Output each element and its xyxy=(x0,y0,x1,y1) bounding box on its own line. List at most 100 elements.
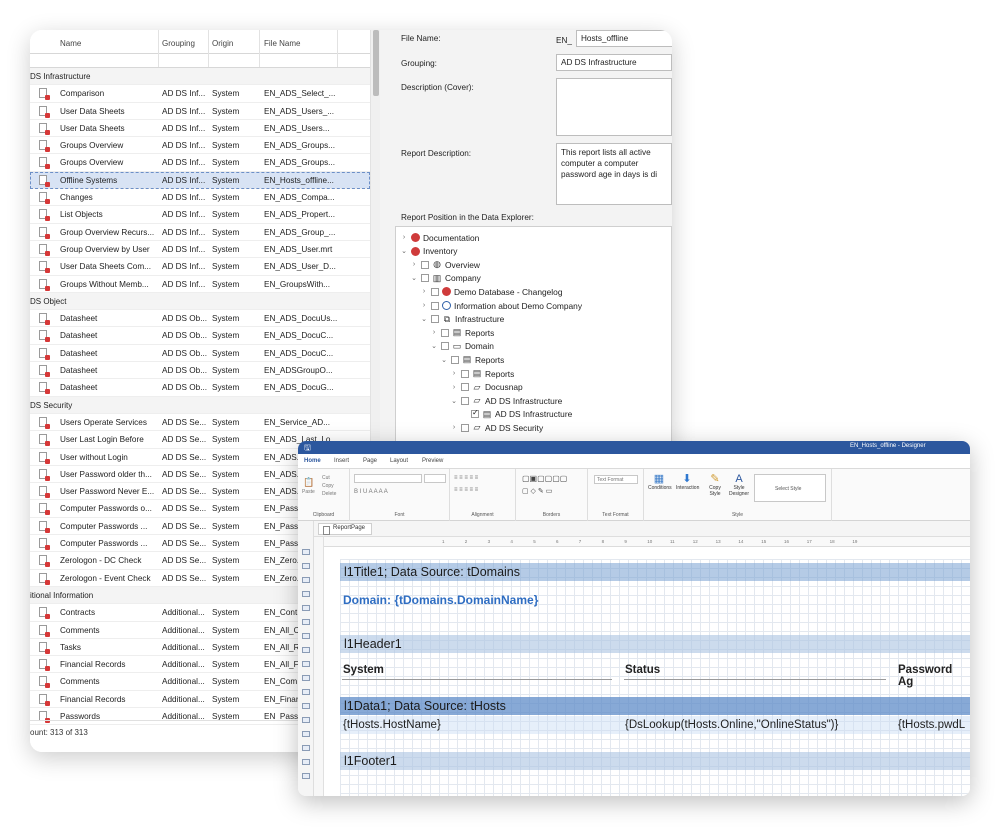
table-row[interactable]: User Data Sheets AD DS Inf... System EN_ADS… xyxy=(30,103,370,120)
style-designer-button[interactable]: A Style Designer xyxy=(728,473,750,497)
chevron-right-icon[interactable]: › xyxy=(450,370,458,377)
toolbox-item[interactable] xyxy=(302,703,310,709)
table-row[interactable]: Group Overview by User AD DS Inf... System… xyxy=(30,241,370,259)
description-cover-input[interactable] xyxy=(556,78,672,136)
toolbox-item[interactable] xyxy=(302,549,310,555)
table-row[interactable]: Datasheet AD DS Ob... System EN_ADS_DocuC..… xyxy=(30,327,370,345)
tab-preview[interactable]: Preview xyxy=(422,458,443,464)
copy-button[interactable]: Copy xyxy=(322,483,334,489)
grouping-input[interactable]: AD DS Infrastructure xyxy=(556,54,672,71)
tree-node[interactable]: ⌄ ▱ AD DS Infrastructure xyxy=(450,394,562,407)
toolbox-item[interactable] xyxy=(302,675,310,681)
tree-checkbox[interactable] xyxy=(451,355,459,364)
tab-layout[interactable]: Layout xyxy=(390,458,408,464)
data-band[interactable]: l1Data1; Data Source: tHosts xyxy=(340,697,970,715)
table-row[interactable]: Datasheet AD DS Ob... System EN_ADS_DocuUs.… xyxy=(30,310,370,328)
tree-node[interactable]: ▤AD DS Infrastructure xyxy=(460,408,572,421)
paste-icon[interactable]: 📋 xyxy=(303,477,314,488)
group-header[interactable]: DS Security xyxy=(30,396,370,414)
column-system-header[interactable]: System xyxy=(343,664,384,676)
file-name-input[interactable]: Hosts_offline xyxy=(576,30,672,47)
table-row[interactable]: Datasheet AD DS Ob... System EN_ADS_DocuC..… xyxy=(30,345,370,363)
toolbox-item[interactable] xyxy=(302,773,310,779)
toolbox-item[interactable] xyxy=(302,591,310,597)
tab-insert[interactable]: Insert xyxy=(334,458,349,464)
font-format-buttons[interactable]: B I U A A A A xyxy=(354,489,388,495)
select-style-dropdown[interactable]: Select Style xyxy=(754,474,826,502)
footer-band[interactable]: l1Footer1 xyxy=(340,752,970,770)
interaction-button[interactable]: ⬇ Interaction xyxy=(676,473,699,491)
tree-node[interactable]: › ▤ Reports xyxy=(430,326,495,339)
toolbox-item[interactable] xyxy=(302,661,310,667)
chevron-down-icon[interactable]: ⌄ xyxy=(420,315,428,323)
chevron-right-icon[interactable]: › xyxy=(410,261,418,268)
scrollbar-thumb[interactable] xyxy=(373,30,379,96)
report-canvas[interactable]: l1Title1; Data Source: tDomains Domain: … xyxy=(340,559,970,796)
status-textbox[interactable]: {DsLookup(tHosts.Online,"OnlineStatus")} xyxy=(625,719,838,731)
column-header-file-name[interactable]: File Name xyxy=(264,39,300,48)
tab-report-page[interactable]: ReportPage xyxy=(318,523,373,535)
tree-checkbox[interactable] xyxy=(421,274,429,283)
table-row[interactable]: Changes AD DS Inf... System EN_ADS_Compa... xyxy=(30,189,370,207)
tree-checkbox[interactable] xyxy=(461,369,469,378)
column-password-age-header[interactable]: Password Ag xyxy=(898,664,970,688)
chevron-down-icon[interactable]: ⌄ xyxy=(450,397,458,405)
toolbox-item[interactable] xyxy=(302,619,310,625)
chevron-right-icon[interactable]: › xyxy=(400,234,408,241)
tree-node[interactable]: › Demo Database - Changelog xyxy=(420,285,563,298)
toolbox-item[interactable] xyxy=(302,577,310,583)
table-row[interactable]: Users Operate Services AD DS Se... System E… xyxy=(30,414,370,432)
table-row[interactable]: List Objects AD DS Inf... System EN_ADS_Pro… xyxy=(30,206,370,224)
paste-button[interactable]: Paste xyxy=(302,489,315,495)
tree-node[interactable]: ⌄ ⧉ Infrastructure xyxy=(420,313,504,326)
text-format-select[interactable]: Text Format xyxy=(594,475,638,484)
tab-page[interactable]: Page xyxy=(363,458,377,464)
table-row[interactable]: Datasheet AD DS Ob... System EN_ADS_DocuG..… xyxy=(30,379,370,397)
chevron-right-icon[interactable]: › xyxy=(430,329,438,336)
column-status-header[interactable]: Status xyxy=(625,664,660,676)
toolbox-item[interactable] xyxy=(302,647,310,653)
tree-node[interactable]: › ▱ Docusnap xyxy=(450,381,523,394)
hostname-textbox[interactable]: {tHosts.HostName} xyxy=(343,719,441,731)
tree-node[interactable]: ⌄ Inventory xyxy=(400,245,457,258)
delete-button[interactable]: Delete xyxy=(322,491,336,497)
column-header-origin[interactable]: Origin xyxy=(212,39,233,48)
title-band[interactable]: l1Title1; Data Source: tDomains xyxy=(340,563,970,581)
tree-node[interactable]: › ▱ AD DS Security xyxy=(450,421,543,434)
tree-checkbox[interactable] xyxy=(431,315,439,324)
tree-node[interactable]: › ▤ Reports xyxy=(450,367,515,380)
tree-node[interactable]: › ◍ Overview xyxy=(410,258,480,271)
font-size-select[interactable] xyxy=(424,474,446,483)
filter-row[interactable] xyxy=(30,54,370,68)
conditions-button[interactable]: ▦ Conditions xyxy=(648,473,672,491)
tree-node[interactable]: › Information about Demo Company xyxy=(420,299,582,312)
chevron-right-icon[interactable]: › xyxy=(420,288,428,295)
tree-checkbox[interactable] xyxy=(441,328,449,337)
toolbox-item[interactable] xyxy=(302,563,310,569)
column-header-grouping[interactable]: Grouping xyxy=(162,39,195,48)
tree-checkbox[interactable] xyxy=(461,396,469,405)
tab-home[interactable]: Home xyxy=(304,458,321,464)
font-family-select[interactable] xyxy=(354,474,422,483)
tree-node[interactable]: ⌄ ▤ Reports xyxy=(440,353,504,366)
toolbox-item[interactable] xyxy=(302,731,310,737)
align-buttons-top[interactable]: ≡ ≡ ≡ ≡ ≡ xyxy=(454,475,478,481)
table-row[interactable]: Groups Without Memb... AD DS Inf... System… xyxy=(30,276,370,293)
chevron-down-icon[interactable]: ⌄ xyxy=(440,356,448,364)
toolbox-item[interactable] xyxy=(302,689,310,695)
toolbox-item[interactable] xyxy=(302,605,310,611)
chevron-down-icon[interactable]: ⌄ xyxy=(410,274,418,282)
cut-button[interactable]: Cut xyxy=(322,475,330,481)
tree-node[interactable]: › Documentation xyxy=(400,231,480,244)
copy-style-button[interactable]: ✎ Copy Style xyxy=(704,473,726,497)
domain-textbox[interactable]: Domain: {tDomains.DomainName} xyxy=(343,593,538,607)
table-row[interactable]: Groups Overview AD DS Inf... System EN_ADS_… xyxy=(30,154,370,172)
toolbox-item[interactable] xyxy=(302,717,310,723)
header-band[interactable]: l1Header1 xyxy=(340,635,970,653)
toolbox-item[interactable] xyxy=(302,759,310,765)
tree-checkbox[interactable] xyxy=(431,287,439,296)
chevron-down-icon[interactable]: ⌄ xyxy=(430,342,438,350)
tree-node[interactable]: ⌄ ▭ Domain xyxy=(430,340,494,353)
toolbox-item[interactable] xyxy=(302,745,310,751)
report-description-input[interactable]: This report lists all active computer a … xyxy=(556,143,672,205)
